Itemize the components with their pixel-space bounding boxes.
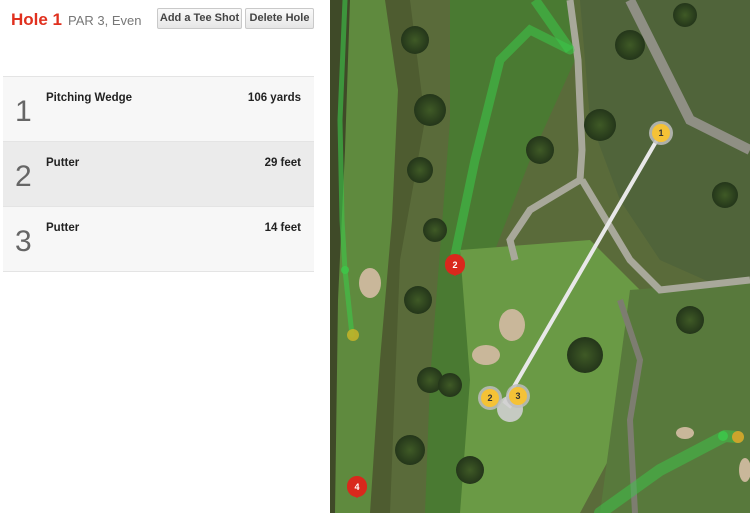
sand-bunker xyxy=(472,345,500,365)
shot-row[interactable]: 2 Putter 29 feet xyxy=(3,142,314,207)
shot-club: Putter xyxy=(46,222,80,234)
shot-row[interactable]: 1 Pitching Wedge 106 yards xyxy=(3,77,314,142)
satellite-map[interactable]: 1 3 2 2 4 xyxy=(330,0,750,513)
shot-distance: 14 feet xyxy=(264,222,301,234)
tree xyxy=(423,218,447,242)
shot-club: Putter xyxy=(46,157,80,169)
path-node xyxy=(732,431,744,443)
path-node xyxy=(347,329,359,341)
shot-number: 2 xyxy=(15,160,32,193)
tree xyxy=(615,30,645,60)
add-tee-shot-button[interactable]: Add a Tee Shot xyxy=(157,8,242,29)
tree xyxy=(401,26,429,54)
tree xyxy=(673,3,697,27)
tree xyxy=(404,286,432,314)
tree xyxy=(395,435,425,465)
tree xyxy=(456,456,484,484)
shot-marker-1[interactable]: 1 xyxy=(649,121,673,145)
hole-marker-label: 4 xyxy=(354,482,359,492)
tree xyxy=(712,182,738,208)
tree xyxy=(407,157,433,183)
sand-bunker xyxy=(499,309,525,341)
hole-marker-label: 2 xyxy=(452,260,457,270)
shot-distance: 106 yards xyxy=(247,92,301,104)
shot-number: 3 xyxy=(15,225,32,258)
map-canvas[interactable]: 1 3 2 2 4 xyxy=(330,0,750,513)
shot-list: 1 Pitching Wedge 106 yards 2 Putter 29 f… xyxy=(3,76,314,272)
sand-bunker xyxy=(359,268,381,298)
shot-row[interactable]: 3 Putter 14 feet xyxy=(3,207,314,272)
hole-detail-panel: Hole 1 PAR 3, Even Add a Tee Shot Delete… xyxy=(0,0,330,513)
shot-club: Pitching Wedge xyxy=(46,92,133,104)
hole-par-score: PAR 3, Even xyxy=(68,13,142,28)
path-node xyxy=(341,266,349,274)
shot-marker-2[interactable]: 2 xyxy=(478,386,502,410)
tree xyxy=(438,373,462,397)
hole-header: Hole 1 PAR 3, Even xyxy=(11,10,142,30)
shot-number: 1 xyxy=(15,95,32,128)
tree xyxy=(526,136,554,164)
tree xyxy=(584,109,616,141)
sand-bunker xyxy=(676,427,694,439)
tree xyxy=(414,94,446,126)
shot-distance: 29 feet xyxy=(264,157,301,169)
hole-title: Hole 1 xyxy=(11,10,63,29)
shot-marker-label: 2 xyxy=(487,393,492,403)
app-root: Hole 1 PAR 3, Even Add a Tee Shot Delete… xyxy=(0,0,750,513)
shot-marker-label: 3 xyxy=(515,391,520,401)
tree xyxy=(567,337,603,373)
shot-marker-label: 1 xyxy=(658,128,663,138)
tree xyxy=(676,306,704,334)
path-node xyxy=(718,431,728,441)
delete-hole-button[interactable]: Delete Hole xyxy=(245,8,314,29)
